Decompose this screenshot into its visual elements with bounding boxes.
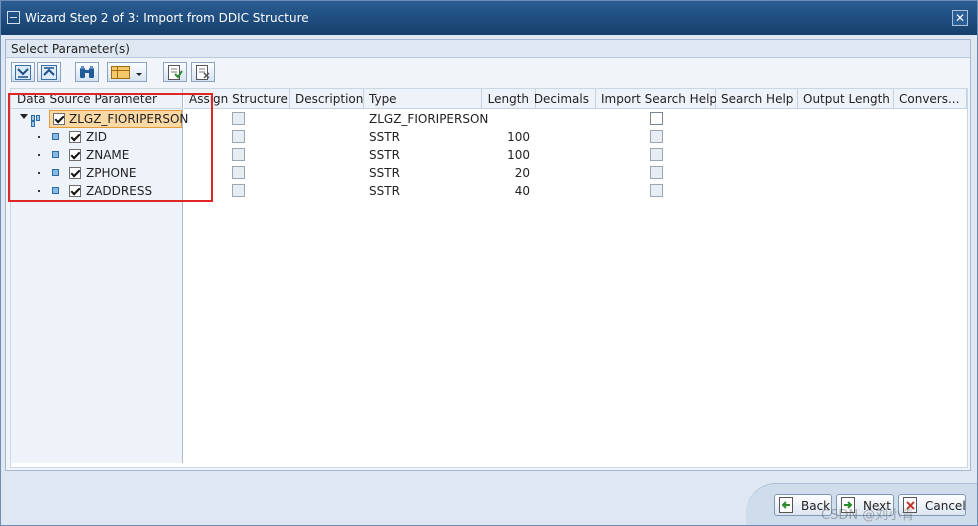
col-header-label: Convers... — [899, 92, 960, 106]
type-cell: SSTR — [369, 184, 400, 198]
assign-structure-checkbox[interactable] — [232, 130, 245, 143]
col-header-label: Description — [295, 92, 364, 106]
assign-structure-checkbox[interactable] — [232, 166, 245, 179]
col-header-label: Output Length — [803, 92, 890, 106]
watermark: CSDN @刘小青 — [821, 508, 915, 523]
assign-structure-checkbox[interactable] — [232, 184, 245, 197]
length-cell: 100 — [507, 130, 530, 144]
layout-dropdown-button[interactable] — [107, 62, 147, 82]
col-header-label: Length — [487, 92, 529, 106]
import-search-help-checkbox[interactable] — [650, 130, 663, 143]
back-icon — [779, 497, 793, 513]
length-cell: 20 — [514, 166, 530, 180]
deselect-all-icon — [196, 65, 210, 80]
deselect-all-button[interactable] — [191, 62, 215, 82]
length-cell: 100 — [507, 148, 530, 162]
import-search-help-checkbox[interactable] — [650, 184, 663, 197]
col-header-import-search-help[interactable]: Import Search Help — [596, 89, 718, 109]
col-header-label: Search Help — [721, 92, 794, 106]
cancel-button-label: Cancel — [925, 499, 966, 513]
select-all-icon — [168, 65, 183, 80]
type-cell: SSTR — [369, 130, 400, 144]
expand-all-icon — [15, 65, 31, 80]
toolbar — [11, 62, 971, 84]
collapse-all-icon — [41, 65, 57, 80]
type-cell: SSTR — [369, 148, 400, 162]
type-cell: SSTR — [369, 166, 400, 180]
footer-bar: Back Next Cancel CSDN @刘小青 — [1, 473, 977, 525]
expand-all-button[interactable] — [11, 62, 35, 82]
panel-title: Select Parameter(s) — [11, 42, 130, 56]
import-search-help-checkbox[interactable] — [650, 112, 663, 125]
col-header-type[interactable]: Type — [364, 89, 482, 109]
layout-dropdown-icon — [111, 66, 142, 79]
wizard-window: Wizard Step 2 of 3: Import from DDIC Str… — [0, 0, 978, 526]
col-header-search-help[interactable]: Search Help — [716, 89, 798, 109]
assign-structure-checkbox[interactable] — [232, 112, 245, 125]
panel-header: Select Parameter(s) — [6, 40, 970, 58]
import-search-help-checkbox[interactable] — [650, 166, 663, 179]
title-bar: Wizard Step 2 of 3: Import from DDIC Str… — [1, 1, 977, 35]
close-button[interactable]: ✕ — [952, 10, 968, 26]
parameter-grid: Assign Structure Description Type Length… — [184, 89, 967, 463]
select-all-button[interactable] — [163, 62, 187, 82]
col-header-label: Decimals — [533, 92, 589, 106]
col-header-label: Type — [369, 92, 397, 106]
wizard-icon — [7, 11, 20, 24]
col-header-conversion[interactable]: Convers... — [894, 89, 967, 109]
col-header-decimals[interactable]: Decimals — [533, 89, 596, 109]
col-header-description[interactable]: Description — [290, 89, 364, 109]
length-cell: 40 — [514, 184, 530, 198]
find-button[interactable] — [75, 62, 99, 82]
find-icon — [80, 66, 94, 78]
col-header-length[interactable]: Length — [482, 89, 536, 109]
col-header-label: Import Search Help — [601, 92, 718, 106]
col-header-output-length[interactable]: Output Length — [798, 89, 894, 109]
type-cell: ZLGZ_FIORIPERSON — [369, 112, 489, 126]
collapse-all-button[interactable] — [37, 62, 61, 82]
highlight-box — [8, 93, 213, 202]
assign-structure-checkbox[interactable] — [232, 148, 245, 161]
import-search-help-checkbox[interactable] — [650, 148, 663, 161]
window-title: Wizard Step 2 of 3: Import from DDIC Str… — [25, 11, 309, 25]
